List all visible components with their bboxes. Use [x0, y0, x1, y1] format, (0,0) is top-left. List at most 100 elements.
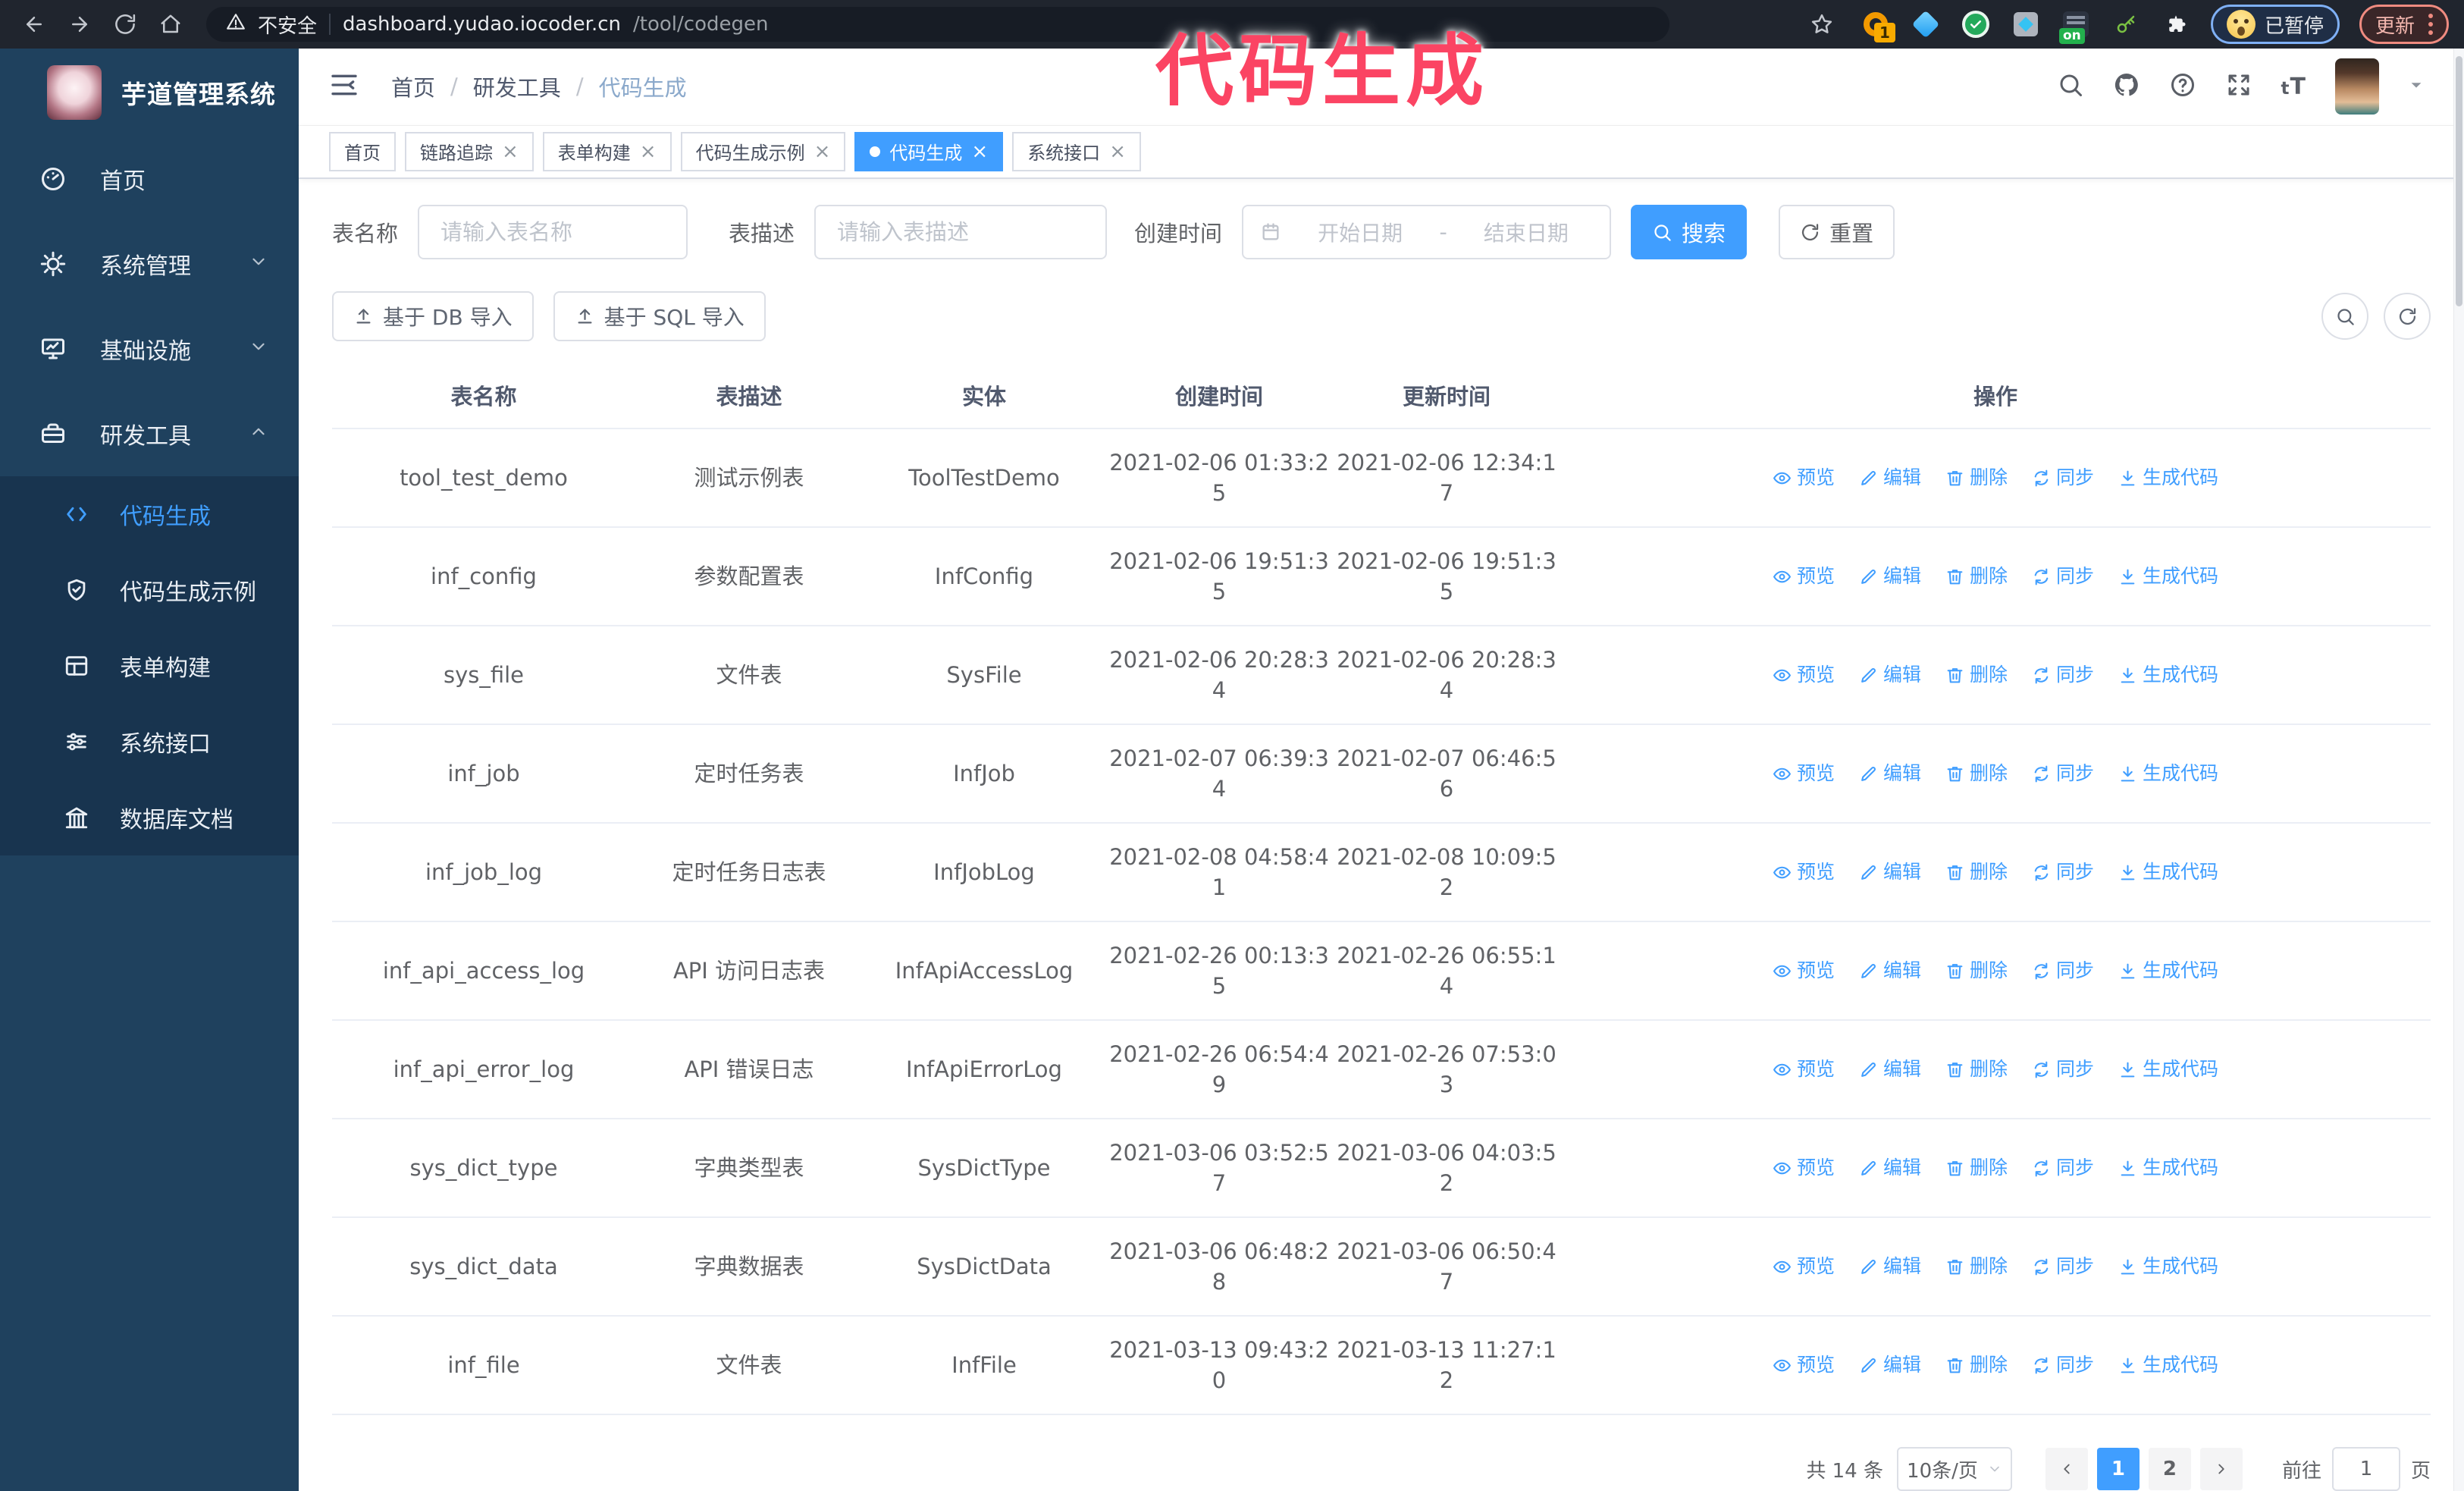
fullscreen-icon[interactable] — [2225, 71, 2252, 102]
sidebar-item-codegen-demo[interactable]: 代码生成示例 — [0, 552, 299, 628]
preview-action[interactable]: 预览 — [1773, 956, 1835, 986]
preview-action[interactable]: 预览 — [1773, 1054, 1835, 1085]
delete-action[interactable]: 删除 — [1945, 660, 2008, 690]
edit-action[interactable]: 编辑 — [1859, 1153, 1921, 1183]
tab-close-icon[interactable] — [502, 142, 519, 162]
delete-action[interactable]: 删除 — [1945, 1153, 2008, 1183]
sync-action[interactable]: 同步 — [2032, 660, 2094, 690]
next-page-button[interactable] — [2199, 1448, 2243, 1490]
preview-action[interactable]: 预览 — [1773, 660, 1835, 690]
extension-dark-icon[interactable]: on — [2058, 9, 2091, 44]
extension-grid-icon[interactable] — [2011, 9, 2041, 39]
browser-reload-button[interactable] — [106, 5, 144, 43]
delete-action[interactable]: 删除 — [1945, 1054, 2008, 1085]
generate-code-action[interactable]: 生成代码 — [2118, 857, 2218, 887]
import-db-button[interactable]: 基于 DB 导入 — [332, 291, 534, 341]
preview-action[interactable]: 预览 — [1773, 1350, 1835, 1380]
preview-action[interactable]: 预览 — [1773, 561, 1835, 592]
reset-button[interactable]: 重置 — [1779, 205, 1895, 259]
delete-action[interactable]: 删除 — [1945, 956, 2008, 986]
generate-code-action[interactable]: 生成代码 — [2118, 1054, 2218, 1085]
sync-action[interactable]: 同步 — [2032, 1350, 2094, 1380]
extension-key-icon[interactable] — [2111, 9, 2141, 39]
sync-action[interactable]: 同步 — [2032, 1153, 2094, 1183]
edit-action[interactable]: 编辑 — [1859, 1350, 1921, 1380]
tab-form-builder[interactable]: 表单构建 — [542, 131, 672, 171]
tab-close-icon[interactable] — [971, 142, 988, 162]
delete-action[interactable]: 删除 — [1945, 463, 2008, 493]
tab-home[interactable]: 首页 — [329, 131, 396, 171]
user-avatar[interactable] — [2335, 58, 2379, 115]
edit-action[interactable]: 编辑 — [1859, 463, 1921, 493]
github-icon[interactable] — [2113, 71, 2140, 102]
import-sql-button[interactable]: 基于 SQL 导入 — [553, 291, 766, 341]
extension-gem-icon[interactable] — [1911, 9, 1941, 39]
breadcrumb-devtools[interactable]: 研发工具 — [473, 71, 561, 102]
date-range-picker[interactable]: 开始日期 - 结束日期 — [1242, 205, 1612, 259]
sidebar-item-db-doc[interactable]: 数据库文档 — [0, 780, 299, 855]
edit-action[interactable]: 编辑 — [1859, 1251, 1921, 1282]
tab-close-icon[interactable] — [640, 142, 657, 162]
font-size-icon[interactable]: tT — [2281, 74, 2306, 100]
edit-action[interactable]: 编辑 — [1859, 857, 1921, 887]
extensions-puzzle-icon[interactable] — [2161, 9, 2191, 39]
sync-action[interactable]: 同步 — [2032, 463, 2094, 493]
sidebar-item-system[interactable]: 系统管理 — [0, 221, 299, 306]
delete-action[interactable]: 删除 — [1945, 758, 2008, 789]
preview-action[interactable]: 预览 — [1773, 1153, 1835, 1183]
preview-action[interactable]: 预览 — [1773, 463, 1835, 493]
sidebar-item-form-builder[interactable]: 表单构建 — [0, 628, 299, 704]
delete-action[interactable]: 删除 — [1945, 1350, 2008, 1380]
help-icon[interactable] — [2169, 71, 2196, 102]
generate-code-action[interactable]: 生成代码 — [2118, 956, 2218, 986]
sidebar-logo[interactable]: 芋道管理系统 — [0, 49, 299, 137]
edit-action[interactable]: 编辑 — [1859, 758, 1921, 789]
tab-tracing[interactable]: 链路追踪 — [405, 131, 534, 171]
caret-down-icon[interactable] — [2408, 77, 2425, 96]
generate-code-action[interactable]: 生成代码 — [2118, 758, 2218, 789]
edit-action[interactable]: 编辑 — [1859, 660, 1921, 690]
generate-code-action[interactable]: 生成代码 — [2118, 463, 2218, 493]
browser-back-button[interactable] — [15, 5, 53, 43]
table-name-input[interactable] — [418, 205, 688, 259]
prev-page-button[interactable] — [2045, 1448, 2088, 1490]
edit-action[interactable]: 编辑 — [1859, 1054, 1921, 1085]
page-1-button[interactable]: 1 — [2096, 1448, 2140, 1490]
breadcrumb-home[interactable]: 首页 — [391, 71, 435, 102]
preview-action[interactable]: 预览 — [1773, 758, 1835, 789]
sync-action[interactable]: 同步 — [2032, 561, 2094, 592]
sidebar-item-codegen[interactable]: 代码生成 — [0, 476, 299, 552]
sidebar-item-system-api[interactable]: 系统接口 — [0, 704, 299, 780]
scrollbar-thumb[interactable] — [2456, 56, 2462, 306]
toggle-search-button[interactable] — [2321, 293, 2368, 340]
delete-action[interactable]: 删除 — [1945, 561, 2008, 592]
generate-code-action[interactable]: 生成代码 — [2118, 1251, 2218, 1282]
sidebar-item-infra[interactable]: 基础设施 — [0, 306, 299, 391]
sync-action[interactable]: 同步 — [2032, 956, 2094, 986]
table-desc-input[interactable] — [814, 205, 1108, 259]
page-size-select[interactable]: 10条/页 — [1896, 1447, 2012, 1491]
generate-code-action[interactable]: 生成代码 — [2118, 660, 2218, 690]
page-2-button[interactable]: 2 — [2148, 1448, 2191, 1490]
sync-action[interactable]: 同步 — [2032, 1251, 2094, 1282]
sidebar-collapse-icon[interactable] — [329, 70, 359, 103]
generate-code-action[interactable]: 生成代码 — [2118, 1350, 2218, 1380]
edit-action[interactable]: 编辑 — [1859, 956, 1921, 986]
more-vertical-icon[interactable] — [2428, 14, 2433, 35]
tab-system-api[interactable]: 系统接口 — [1012, 131, 1141, 171]
tab-close-icon[interactable] — [1109, 142, 1126, 162]
sync-action[interactable]: 同步 — [2032, 758, 2094, 789]
bookmark-star-icon[interactable] — [1803, 5, 1841, 43]
generate-code-action[interactable]: 生成代码 — [2118, 561, 2218, 592]
tab-close-icon[interactable] — [814, 142, 831, 162]
browser-home-button[interactable] — [152, 5, 190, 43]
tab-codegen[interactable]: 代码生成 — [854, 131, 1004, 171]
delete-action[interactable]: 删除 — [1945, 857, 2008, 887]
preview-action[interactable]: 预览 — [1773, 857, 1835, 887]
browser-forward-button[interactable] — [61, 5, 99, 43]
browser-update-button[interactable]: 更新 — [2359, 5, 2449, 44]
search-button[interactable]: 搜索 — [1631, 205, 1748, 259]
edit-action[interactable]: 编辑 — [1859, 561, 1921, 592]
tab-codegen-demo[interactable]: 代码生成示例 — [680, 131, 846, 171]
window-scrollbar[interactable] — [2453, 49, 2464, 1491]
